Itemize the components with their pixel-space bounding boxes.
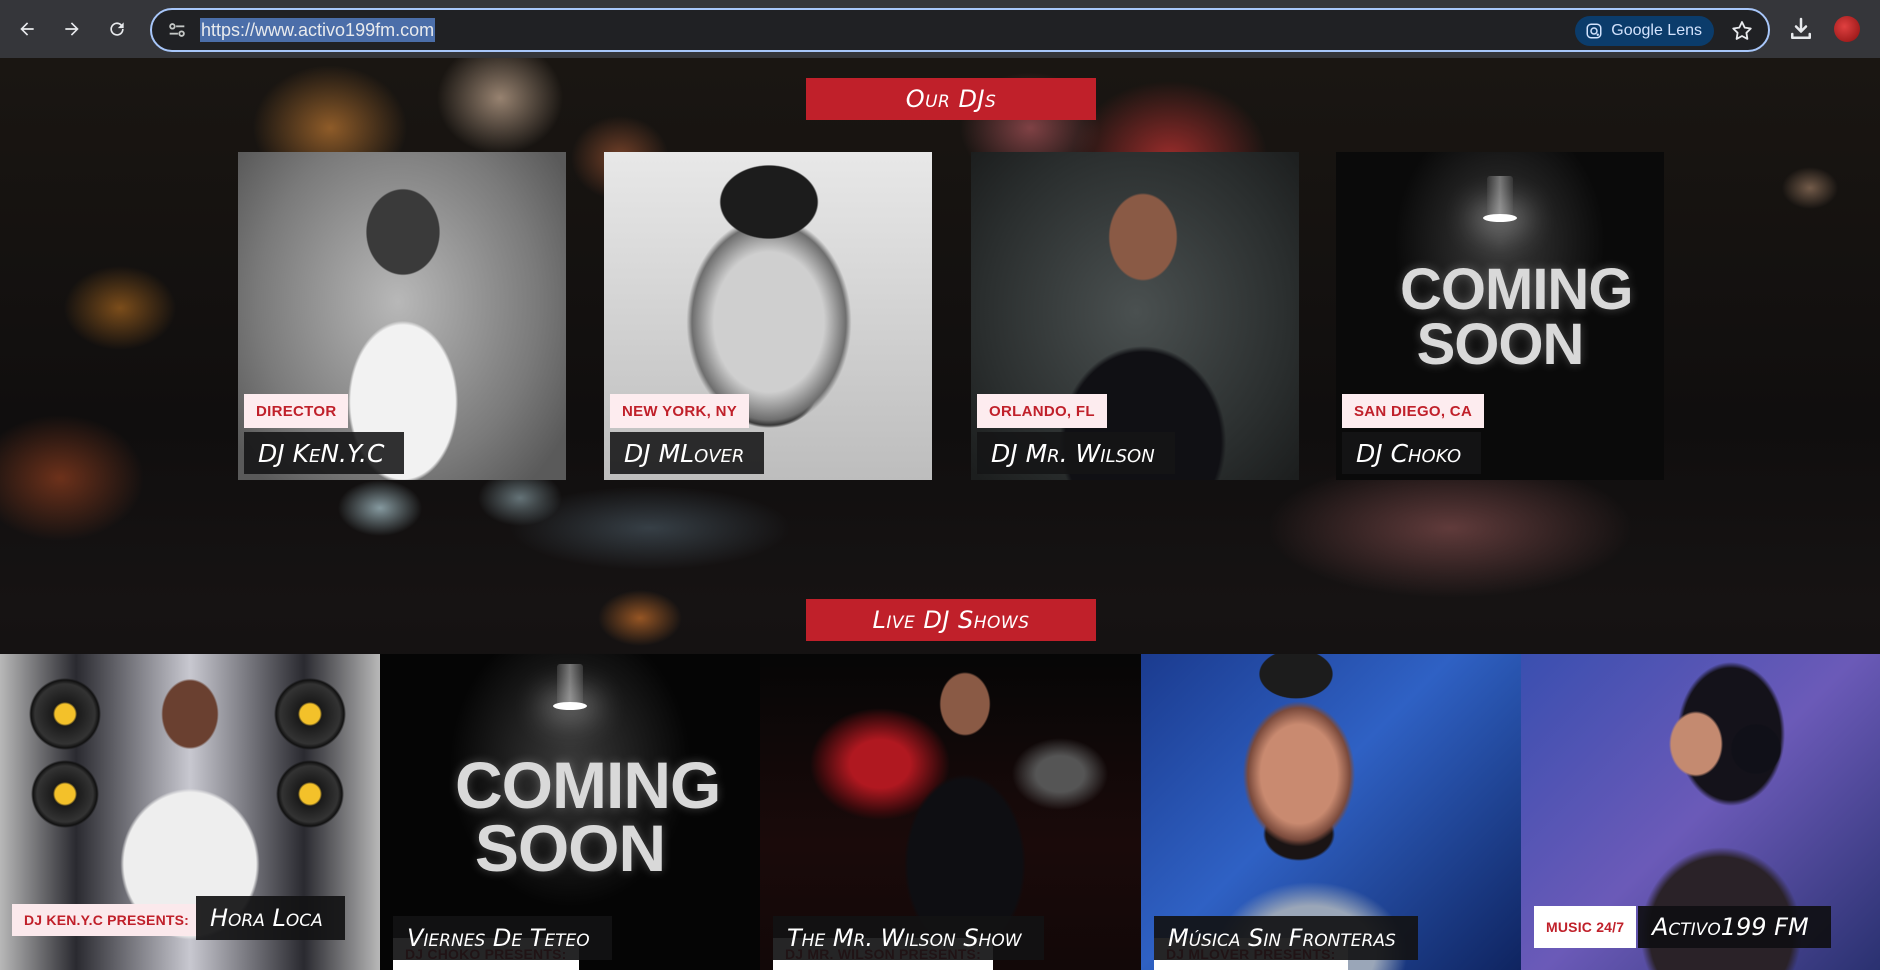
address-bar[interactable]: https://www.activo199fm.com Google Lens xyxy=(150,8,1770,52)
dj-card-choko[interactable]: COMING SOON SAN DIEGO, CA DJ Choko xyxy=(1336,152,1664,480)
dj-location-tag: SAN DIEGO, CA xyxy=(1342,394,1485,428)
dj-name-label: DJ MLover xyxy=(610,432,765,474)
site-info-icon[interactable] xyxy=(166,19,188,41)
back-arrow-icon xyxy=(20,22,34,36)
dj-card-mlover[interactable]: NEW YORK, NY DJ MLover xyxy=(604,152,932,480)
dj-location-tag: NEW YORK, NY xyxy=(610,394,750,428)
browser-toolbar: https://www.activo199fm.com Google Lens xyxy=(0,0,1880,58)
show-name-label: The Mr. Wilson Show xyxy=(773,916,1044,960)
google-lens-label: Google Lens xyxy=(1611,22,1702,39)
dj-ken-nyc-photo xyxy=(238,152,566,480)
dj-name-label: DJ Choko xyxy=(1342,432,1482,474)
dj-mr-wilson-photo xyxy=(971,152,1299,480)
spotlight-lamp-icon xyxy=(1483,176,1517,222)
reload-icon xyxy=(110,22,124,36)
back-button[interactable] xyxy=(10,12,44,46)
bookmark-star-icon[interactable] xyxy=(1730,19,1754,43)
live-dj-shows-heading: Live DJ Shows xyxy=(806,599,1096,641)
dj-name-label: DJ KeN.Y.C xyxy=(244,432,405,474)
coming-soon-graphic: COMING SOON xyxy=(1400,257,1633,378)
dj-location-tag: DIRECTOR xyxy=(244,394,349,428)
dj-name-label: DJ Mr. Wilson xyxy=(977,432,1175,474)
spotlight-lamp-icon xyxy=(553,664,587,710)
dj-mlover-photo xyxy=(604,152,932,480)
reload-button[interactable] xyxy=(100,12,134,46)
show-card-hora-loca[interactable]: DJ KEN.Y.C PRESENTS: Hora Loca xyxy=(0,654,380,970)
dj-card-mr-wilson[interactable]: ORLANDO, FL DJ Mr. Wilson xyxy=(971,152,1299,480)
show-name-label: Activo199 FM xyxy=(1638,906,1831,948)
google-lens-button[interactable]: Google Lens xyxy=(1575,16,1714,46)
lens-icon xyxy=(1586,23,1602,39)
show-card-activo199-fm[interactable]: MUSIC 24/7 Activo199 FM xyxy=(1521,654,1880,970)
dj-location-tag: ORLANDO, FL xyxy=(977,394,1107,428)
download-icon[interactable] xyxy=(1786,14,1816,44)
profile-avatar[interactable] xyxy=(1834,16,1860,42)
url-text[interactable]: https://www.activo199fm.com xyxy=(200,18,436,42)
forward-button[interactable] xyxy=(55,12,89,46)
show-presenter-tag: MUSIC 24/7 xyxy=(1534,906,1637,948)
show-presenter-tag: DJ KEN.Y.C PRESENTS: xyxy=(12,904,202,936)
coming-soon-graphic: COMING SOON xyxy=(455,748,721,885)
our-djs-heading: Our DJs xyxy=(806,78,1096,120)
page-content: Our DJs DIRECTOR DJ KeN.Y.C NEW YORK, NY… xyxy=(0,58,1880,970)
show-name-label: Música Sin Fronteras xyxy=(1154,916,1418,960)
show-name-label: Viernes De Teteo xyxy=(393,916,612,960)
show-name-label: Hora Loca xyxy=(196,896,345,940)
dj-card-ken-nyc[interactable]: DIRECTOR DJ KeN.Y.C xyxy=(238,152,566,480)
forward-arrow-icon xyxy=(65,22,79,36)
